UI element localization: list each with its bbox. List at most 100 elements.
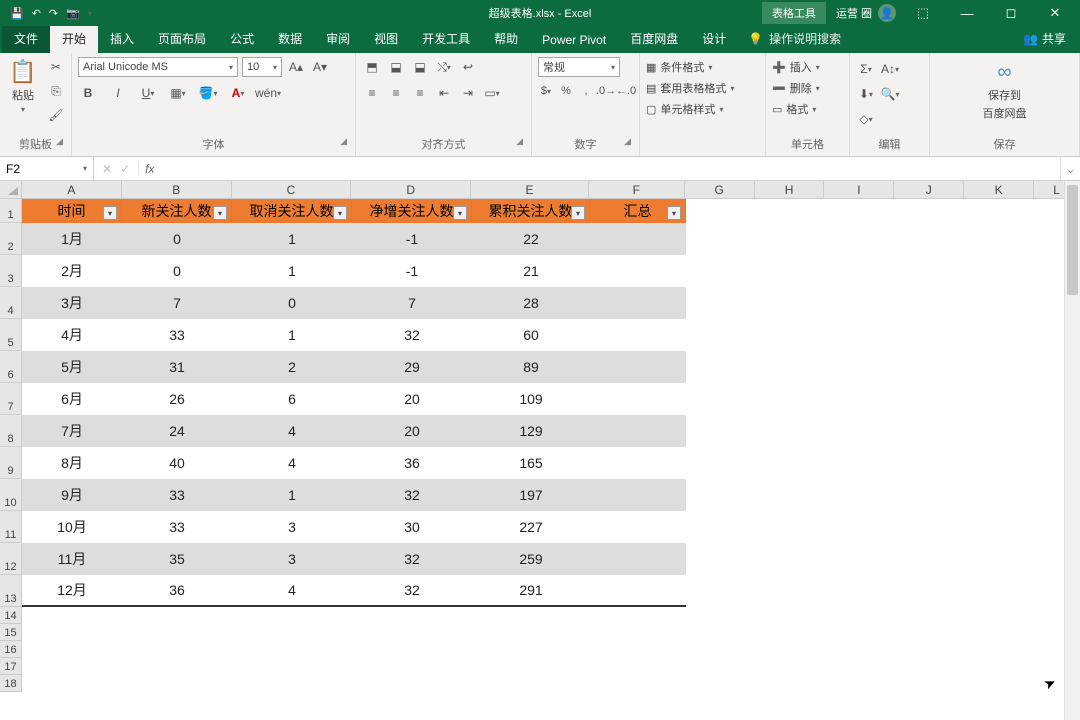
- align-center-icon[interactable]: ≡: [386, 83, 406, 103]
- row-header[interactable]: 5: [0, 319, 22, 351]
- tab-dev[interactable]: 开发工具: [410, 24, 482, 53]
- cell-styles-button[interactable]: ▢单元格样式▾: [646, 101, 723, 117]
- column-header-H[interactable]: H: [755, 181, 825, 199]
- cell[interactable]: 40: [122, 455, 232, 471]
- maximize-icon[interactable]: ◻: [994, 1, 1028, 25]
- cell[interactable]: 20: [352, 423, 472, 439]
- underline-icon[interactable]: U▾: [138, 83, 158, 103]
- cell[interactable]: 0: [232, 295, 352, 311]
- row-header[interactable]: 14: [0, 607, 22, 624]
- tab-baidu[interactable]: 百度网盘: [618, 24, 690, 53]
- font-name-select[interactable]: Arial Unicode MS▾: [78, 57, 238, 77]
- clear-icon[interactable]: ◇▾: [856, 109, 876, 129]
- cell[interactable]: 11月: [22, 549, 122, 569]
- dialog-launcher-icon[interactable]: ◢: [516, 136, 523, 147]
- cell[interactable]: 0: [122, 263, 232, 279]
- column-header-G[interactable]: G: [685, 181, 755, 199]
- vertical-scrollbar[interactable]: [1064, 181, 1080, 720]
- italic-icon[interactable]: I: [108, 83, 128, 103]
- row-header[interactable]: 9: [0, 447, 22, 479]
- table-header-cell[interactable]: 累积关注人数▾: [472, 199, 590, 223]
- fill-color-icon[interactable]: 🪣▾: [198, 83, 218, 103]
- row-header[interactable]: 17: [0, 658, 22, 675]
- table-header-cell[interactable]: 净增关注人数▾: [352, 199, 472, 223]
- cell[interactable]: 3月: [22, 293, 122, 313]
- dialog-launcher-icon[interactable]: ◢: [56, 136, 63, 147]
- column-header-K[interactable]: K: [964, 181, 1034, 199]
- orientation-icon[interactable]: ⤭▾: [434, 57, 454, 77]
- scrollbar-thumb[interactable]: [1067, 185, 1078, 295]
- cell[interactable]: 28: [472, 295, 590, 311]
- column-header-J[interactable]: J: [894, 181, 964, 199]
- column-header-I[interactable]: I: [824, 181, 894, 199]
- undo-icon[interactable]: ↶: [32, 7, 41, 20]
- table-row[interactable]: 9月33132197: [22, 479, 686, 511]
- cell[interactable]: 32: [352, 327, 472, 343]
- cell[interactable]: 12月: [22, 580, 122, 600]
- filter-dropdown-icon[interactable]: ▾: [333, 206, 347, 220]
- table-row[interactable]: 4月3313260: [22, 319, 686, 351]
- cell[interactable]: 5月: [22, 357, 122, 377]
- cell[interactable]: 4: [232, 423, 352, 439]
- decrease-font-icon[interactable]: A▾: [310, 57, 330, 77]
- cell[interactable]: -1: [352, 263, 472, 279]
- row-header[interactable]: 15: [0, 624, 22, 641]
- cell[interactable]: 129: [472, 423, 590, 439]
- row-header[interactable]: 16: [0, 641, 22, 658]
- table-row[interactable]: 7月24420129: [22, 415, 686, 447]
- column-header-E[interactable]: E: [471, 181, 589, 199]
- cell[interactable]: 32: [352, 582, 472, 598]
- wrap-text-icon[interactable]: ↩: [458, 57, 478, 77]
- row-header[interactable]: 7: [0, 383, 22, 415]
- merge-icon[interactable]: ▭▾: [482, 83, 502, 103]
- table-row[interactable]: 11月35332259: [22, 543, 686, 575]
- format-painter-icon[interactable]: 🖌: [46, 105, 66, 125]
- increase-indent-icon[interactable]: ⇥: [458, 83, 478, 103]
- dialog-launcher-icon[interactable]: ◢: [340, 136, 347, 147]
- filter-dropdown-icon[interactable]: ▾: [667, 206, 681, 220]
- row-header[interactable]: 10: [0, 479, 22, 511]
- cell[interactable]: 0: [122, 231, 232, 247]
- percent-icon[interactable]: %: [558, 83, 574, 99]
- table-row[interactable]: 5月3122989: [22, 351, 686, 383]
- cell[interactable]: 1: [232, 487, 352, 503]
- column-header-F[interactable]: F: [589, 181, 685, 199]
- camera-icon[interactable]: 📷: [66, 7, 80, 20]
- decrease-decimal-icon[interactable]: ←.0: [618, 83, 634, 99]
- column-header-A[interactable]: A: [22, 181, 122, 199]
- filter-dropdown-icon[interactable]: ▾: [103, 206, 117, 220]
- format-cells-button[interactable]: ▭格式▾: [772, 101, 816, 117]
- column-headers[interactable]: ABCDEFGHIJKL: [22, 181, 1080, 199]
- paste-button[interactable]: 📋 粘贴 ▾: [6, 57, 40, 116]
- fx-icon[interactable]: fx: [139, 162, 160, 176]
- cell[interactable]: 10月: [22, 517, 122, 537]
- align-right-icon[interactable]: ≡: [410, 83, 430, 103]
- cell[interactable]: 32: [352, 487, 472, 503]
- cell[interactable]: 3: [232, 519, 352, 535]
- column-header-D[interactable]: D: [351, 181, 471, 199]
- cell[interactable]: 8月: [22, 453, 122, 473]
- tab-help[interactable]: 帮助: [482, 24, 530, 53]
- cell[interactable]: 33: [122, 519, 232, 535]
- row-header[interactable]: 18: [0, 675, 22, 692]
- tab-data[interactable]: 数据: [266, 24, 314, 53]
- ribbon-display-icon[interactable]: ⬚: [906, 1, 940, 25]
- cell[interactable]: 1月: [22, 229, 122, 249]
- cell[interactable]: 6: [232, 391, 352, 407]
- minimize-icon[interactable]: —: [950, 1, 984, 25]
- row-header[interactable]: 3: [0, 255, 22, 287]
- save-icon[interactable]: 💾: [10, 7, 24, 20]
- cell[interactable]: 20: [352, 391, 472, 407]
- cell[interactable]: 197: [472, 487, 590, 503]
- cell[interactable]: 30: [352, 519, 472, 535]
- border-icon[interactable]: ▦▾: [168, 83, 188, 103]
- table-row[interactable]: 10月33330227: [22, 511, 686, 543]
- cell[interactable]: 31: [122, 359, 232, 375]
- cell[interactable]: 4: [232, 455, 352, 471]
- font-size-select[interactable]: 10▾: [242, 57, 282, 77]
- increase-font-icon[interactable]: A▴: [286, 57, 306, 77]
- close-icon[interactable]: ✕: [1038, 1, 1072, 25]
- cell[interactable]: 109: [472, 391, 590, 407]
- row-header[interactable]: 11: [0, 511, 22, 543]
- table-row[interactable]: 8月40436165: [22, 447, 686, 479]
